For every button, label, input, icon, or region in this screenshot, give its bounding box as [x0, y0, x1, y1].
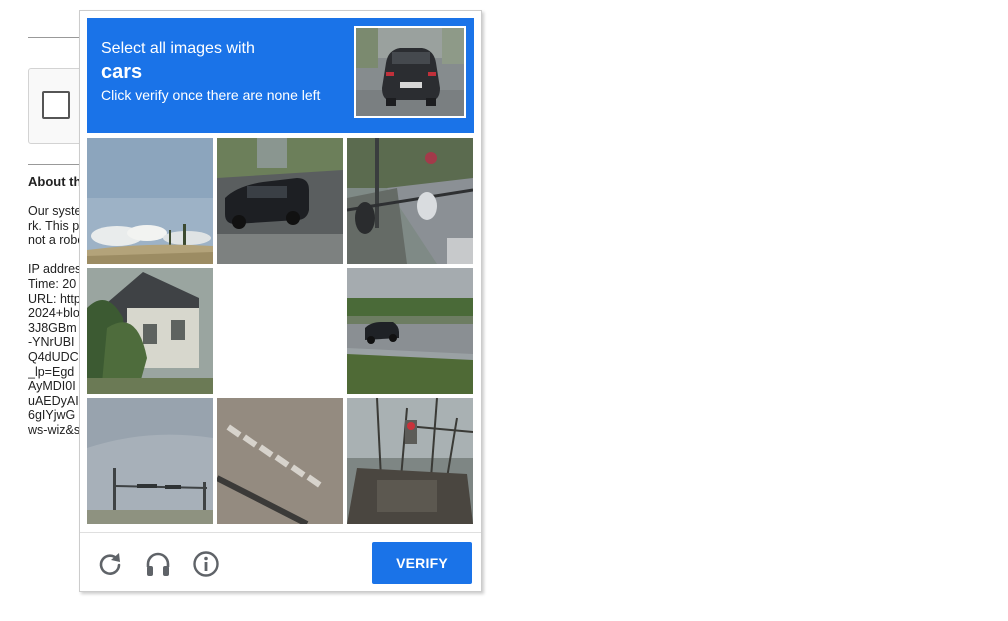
info-line: URL: http: [28, 291, 80, 306]
verify-button[interactable]: VERIFY: [372, 542, 472, 584]
info-line: 3J8GBm: [28, 320, 77, 335]
about-text: Our syste rk. This p not a robo IP addre…: [28, 204, 80, 438]
info-line: 2024+blo: [28, 306, 80, 321]
image-tile[interactable]: [87, 138, 213, 264]
target-object: cars: [101, 61, 143, 83]
challenge-footer: VERIFY: [80, 532, 481, 591]
instruction-text: Select all images with: [101, 40, 255, 57]
info-line: ws-wiz&s: [28, 422, 80, 437]
sample-image: [354, 26, 466, 118]
image-tile[interactable]: [217, 268, 343, 394]
headphones-icon[interactable]: [144, 550, 172, 578]
challenge-header: Select all images with cars Click verify…: [87, 18, 474, 133]
instruction-subtext: Click verify once there are none left: [101, 87, 321, 103]
image-tile[interactable]: [217, 398, 343, 524]
image-tile[interactable]: [347, 268, 473, 394]
info-line: 6gIYjwG: [28, 408, 76, 423]
reload-icon[interactable]: [96, 550, 124, 578]
info-line: uAEDyAI: [28, 393, 79, 408]
not-a-robot-checkbox[interactable]: [42, 91, 70, 119]
image-tile[interactable]: [347, 138, 473, 264]
info-line: IP addres: [28, 262, 80, 277]
about-heading: About th: [28, 174, 80, 189]
info-icon[interactable]: [192, 550, 220, 578]
image-tile[interactable]: [347, 398, 473, 524]
recaptcha-challenge: Select all images with cars Click verify…: [79, 10, 482, 592]
info-line: Q4dUDC: [28, 349, 79, 364]
image-tile[interactable]: [87, 398, 213, 524]
about-text-line: not a robo: [28, 233, 80, 248]
image-tile[interactable]: [87, 268, 213, 394]
image-grid: [87, 138, 474, 525]
image-tile[interactable]: [217, 138, 343, 264]
about-text-line: Our syste: [28, 204, 80, 218]
about-text-line: rk. This p: [28, 218, 80, 233]
info-line: Time: 20: [28, 276, 77, 291]
info-line: AyMDI0I: [28, 379, 76, 394]
info-line: -YNrUBI: [28, 335, 75, 350]
info-line: _lp=Egd: [28, 364, 75, 379]
